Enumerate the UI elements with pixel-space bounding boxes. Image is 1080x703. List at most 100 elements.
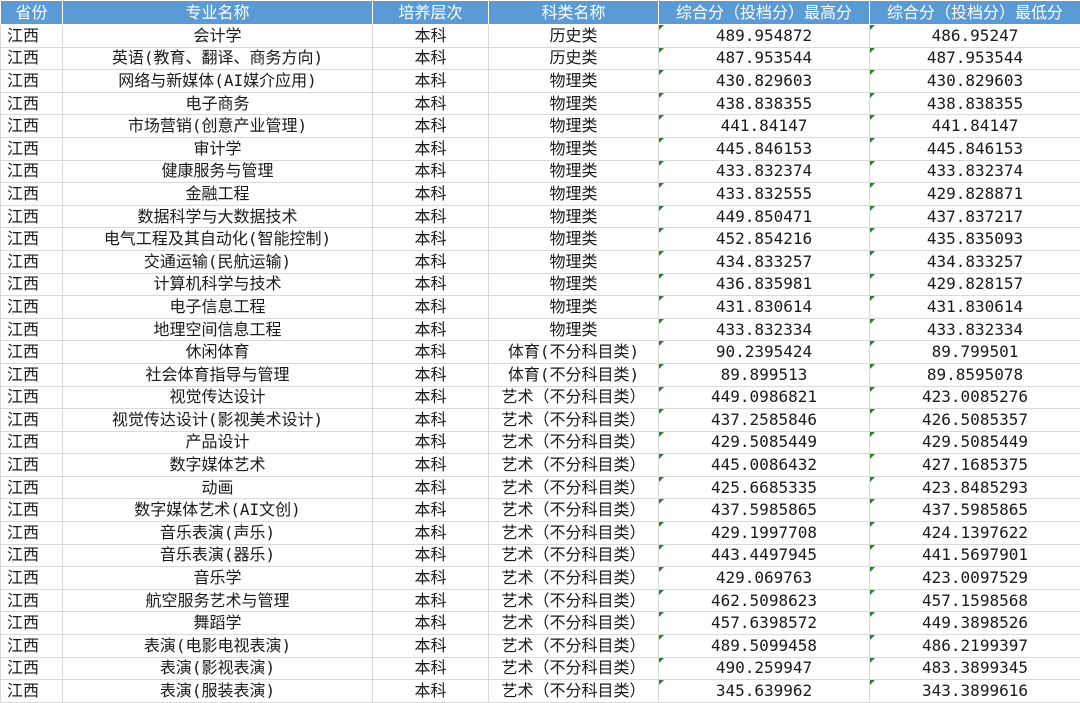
level-cell[interactable]: 本科 bbox=[373, 476, 489, 499]
header-min-score[interactable]: 综合分（投档分）最低分 bbox=[870, 1, 1080, 25]
level-cell[interactable]: 本科 bbox=[373, 115, 489, 138]
province-cell[interactable]: 江西 bbox=[1, 612, 63, 635]
level-cell[interactable]: 本科 bbox=[373, 25, 489, 48]
max-score-cell[interactable]: 433.832555 bbox=[659, 183, 870, 206]
level-cell[interactable]: 本科 bbox=[373, 635, 489, 658]
min-score-cell[interactable]: 89.8595078 bbox=[870, 363, 1080, 386]
province-cell[interactable]: 江西 bbox=[1, 318, 63, 341]
major-name-cell[interactable]: 数据科学与大数据技术 bbox=[63, 205, 373, 228]
level-cell[interactable]: 本科 bbox=[373, 499, 489, 522]
province-cell[interactable]: 江西 bbox=[1, 205, 63, 228]
category-cell[interactable]: 物理类 bbox=[489, 160, 659, 183]
min-score-cell[interactable]: 438.838355 bbox=[870, 92, 1080, 115]
min-score-cell[interactable]: 424.1397622 bbox=[870, 522, 1080, 545]
major-name-cell[interactable]: 金融工程 bbox=[63, 183, 373, 206]
min-score-cell[interactable]: 429.828871 bbox=[870, 183, 1080, 206]
category-cell[interactable]: 物理类 bbox=[489, 228, 659, 251]
category-cell[interactable]: 艺术（不分科目类） bbox=[489, 544, 659, 567]
category-cell[interactable]: 艺术（不分科目类） bbox=[489, 657, 659, 680]
category-cell[interactable]: 历史类 bbox=[489, 47, 659, 70]
province-cell[interactable]: 江西 bbox=[1, 657, 63, 680]
category-cell[interactable]: 艺术（不分科目类） bbox=[489, 680, 659, 703]
max-score-cell[interactable]: 489.954872 bbox=[659, 25, 870, 48]
category-cell[interactable]: 历史类 bbox=[489, 25, 659, 48]
min-score-cell[interactable]: 343.3899616 bbox=[870, 680, 1080, 703]
level-cell[interactable]: 本科 bbox=[373, 70, 489, 93]
major-name-cell[interactable]: 舞蹈学 bbox=[63, 612, 373, 635]
province-cell[interactable]: 江西 bbox=[1, 160, 63, 183]
max-score-cell[interactable]: 489.5099458 bbox=[659, 635, 870, 658]
level-cell[interactable]: 本科 bbox=[373, 522, 489, 545]
province-cell[interactable]: 江西 bbox=[1, 47, 63, 70]
max-score-cell[interactable]: 445.0086432 bbox=[659, 454, 870, 477]
max-score-cell[interactable]: 429.1997708 bbox=[659, 522, 870, 545]
min-score-cell[interactable]: 423.8485293 bbox=[870, 476, 1080, 499]
max-score-cell[interactable]: 449.0986821 bbox=[659, 386, 870, 409]
province-cell[interactable]: 江西 bbox=[1, 431, 63, 454]
province-cell[interactable]: 江西 bbox=[1, 115, 63, 138]
major-name-cell[interactable]: 英语(教育、翻译、商务方向) bbox=[63, 47, 373, 70]
major-name-cell[interactable]: 计算机科学与技术 bbox=[63, 273, 373, 296]
major-name-cell[interactable]: 会计学 bbox=[63, 25, 373, 48]
major-name-cell[interactable]: 产品设计 bbox=[63, 431, 373, 454]
province-cell[interactable]: 江西 bbox=[1, 183, 63, 206]
min-score-cell[interactable]: 423.0097529 bbox=[870, 567, 1080, 590]
category-cell[interactable]: 物理类 bbox=[489, 92, 659, 115]
min-score-cell[interactable]: 486.2199397 bbox=[870, 635, 1080, 658]
level-cell[interactable]: 本科 bbox=[373, 250, 489, 273]
major-name-cell[interactable]: 地理空间信息工程 bbox=[63, 318, 373, 341]
category-cell[interactable]: 体育(不分科目类) bbox=[489, 363, 659, 386]
min-score-cell[interactable]: 427.1685375 bbox=[870, 454, 1080, 477]
max-score-cell[interactable]: 425.6685335 bbox=[659, 476, 870, 499]
major-name-cell[interactable]: 社会体育指导与管理 bbox=[63, 363, 373, 386]
min-score-cell[interactable]: 487.953544 bbox=[870, 47, 1080, 70]
max-score-cell[interactable]: 452.854216 bbox=[659, 228, 870, 251]
max-score-cell[interactable]: 438.838355 bbox=[659, 92, 870, 115]
max-score-cell[interactable]: 429.5085449 bbox=[659, 431, 870, 454]
min-score-cell[interactable]: 435.835093 bbox=[870, 228, 1080, 251]
min-score-cell[interactable]: 433.832334 bbox=[870, 318, 1080, 341]
major-name-cell[interactable]: 视觉传达设计 bbox=[63, 386, 373, 409]
level-cell[interactable]: 本科 bbox=[373, 341, 489, 364]
min-score-cell[interactable]: 449.3898526 bbox=[870, 612, 1080, 635]
major-name-cell[interactable]: 休闲体育 bbox=[63, 341, 373, 364]
max-score-cell[interactable]: 457.6398572 bbox=[659, 612, 870, 635]
major-name-cell[interactable]: 数字媒体艺术 bbox=[63, 454, 373, 477]
major-name-cell[interactable]: 表演(服装表演) bbox=[63, 680, 373, 703]
category-cell[interactable]: 物理类 bbox=[489, 183, 659, 206]
major-name-cell[interactable]: 视觉传达设计(影视美术设计) bbox=[63, 409, 373, 432]
level-cell[interactable]: 本科 bbox=[373, 454, 489, 477]
max-score-cell[interactable]: 441.84147 bbox=[659, 115, 870, 138]
province-cell[interactable]: 江西 bbox=[1, 635, 63, 658]
level-cell[interactable]: 本科 bbox=[373, 228, 489, 251]
level-cell[interactable]: 本科 bbox=[373, 183, 489, 206]
major-name-cell[interactable]: 航空服务艺术与管理 bbox=[63, 589, 373, 612]
category-cell[interactable]: 体育(不分科目类) bbox=[489, 341, 659, 364]
min-score-cell[interactable]: 430.829603 bbox=[870, 70, 1080, 93]
max-score-cell[interactable]: 89.899513 bbox=[659, 363, 870, 386]
province-cell[interactable]: 江西 bbox=[1, 544, 63, 567]
min-score-cell[interactable]: 429.828157 bbox=[870, 273, 1080, 296]
level-cell[interactable]: 本科 bbox=[373, 318, 489, 341]
min-score-cell[interactable]: 434.833257 bbox=[870, 250, 1080, 273]
major-name-cell[interactable]: 动画 bbox=[63, 476, 373, 499]
max-score-cell[interactable]: 431.830614 bbox=[659, 296, 870, 319]
max-score-cell[interactable]: 487.953544 bbox=[659, 47, 870, 70]
category-cell[interactable]: 物理类 bbox=[489, 296, 659, 319]
level-cell[interactable]: 本科 bbox=[373, 386, 489, 409]
category-cell[interactable]: 艺术（不分科目类） bbox=[489, 612, 659, 635]
major-name-cell[interactable]: 电子信息工程 bbox=[63, 296, 373, 319]
category-cell[interactable]: 艺术（不分科目类） bbox=[489, 499, 659, 522]
min-score-cell[interactable]: 483.3899345 bbox=[870, 657, 1080, 680]
header-major-name[interactable]: 专业名称 bbox=[63, 1, 373, 25]
level-cell[interactable]: 本科 bbox=[373, 544, 489, 567]
province-cell[interactable]: 江西 bbox=[1, 296, 63, 319]
province-cell[interactable]: 江西 bbox=[1, 499, 63, 522]
max-score-cell[interactable]: 345.639962 bbox=[659, 680, 870, 703]
max-score-cell[interactable]: 445.846153 bbox=[659, 137, 870, 160]
min-score-cell[interactable]: 426.5085357 bbox=[870, 409, 1080, 432]
level-cell[interactable]: 本科 bbox=[373, 296, 489, 319]
min-score-cell[interactable]: 441.5697901 bbox=[870, 544, 1080, 567]
province-cell[interactable]: 江西 bbox=[1, 363, 63, 386]
category-cell[interactable]: 艺术（不分科目类） bbox=[489, 409, 659, 432]
